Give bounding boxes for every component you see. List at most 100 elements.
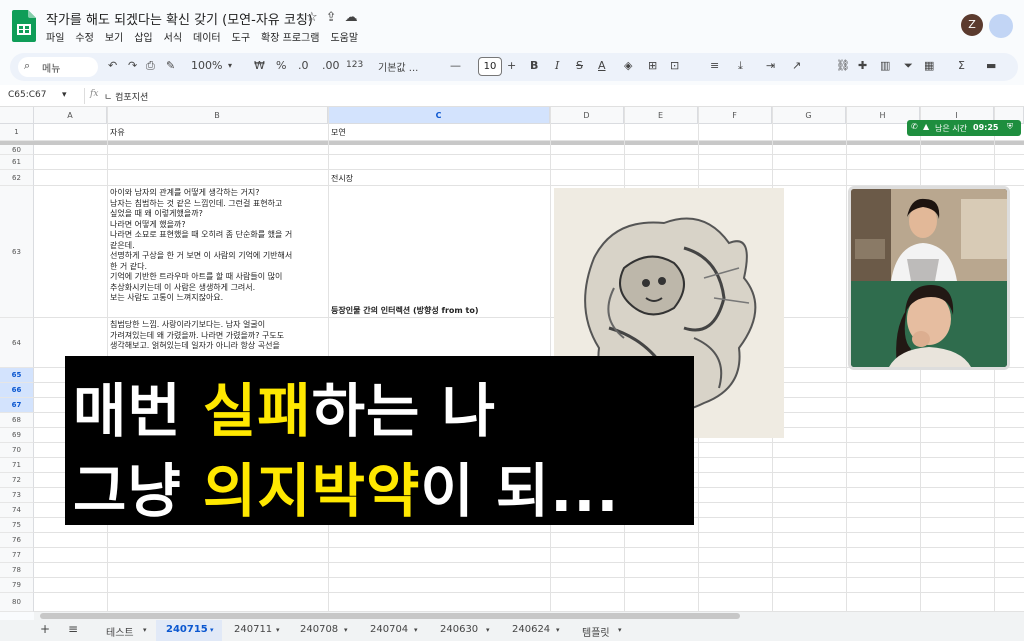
functions-icon[interactable]: Σ bbox=[958, 59, 965, 72]
row-header[interactable]: 70 bbox=[0, 443, 34, 458]
scrollbar-thumb[interactable] bbox=[40, 613, 740, 619]
input-tools-icon[interactable]: ▬ bbox=[986, 59, 996, 72]
chevron-down-icon[interactable]: ▾ bbox=[143, 626, 147, 634]
cell-c62[interactable]: 전시장 bbox=[331, 174, 353, 185]
chevron-down-icon[interactable]: ▾ bbox=[556, 626, 560, 634]
sheet-tab[interactable]: 240630 bbox=[440, 624, 478, 635]
row-header[interactable]: 80 bbox=[0, 593, 34, 612]
column-header-c[interactable]: C bbox=[328, 107, 550, 124]
row-header[interactable]: 75 bbox=[0, 518, 34, 533]
column-header-a[interactable]: A bbox=[34, 107, 107, 124]
fill-color-icon[interactable]: ◈ bbox=[624, 59, 632, 72]
chevron-down-icon[interactable]: ▾ bbox=[618, 626, 622, 634]
all-sheets-menu-icon[interactable]: ≡ bbox=[68, 622, 78, 636]
formula-input[interactable]: ㄴ 컴포지션 bbox=[104, 90, 148, 103]
row-header[interactable]: 62 bbox=[0, 170, 34, 186]
column-header-e[interactable]: E bbox=[624, 107, 698, 124]
menu-search-box[interactable]: ⌕ 메뉴 bbox=[18, 57, 98, 77]
sheet-tab-active[interactable]: 240715 bbox=[166, 624, 208, 635]
menu-extensions[interactable]: 확장 프로그램 bbox=[261, 29, 319, 44]
italic-button[interactable]: I bbox=[555, 59, 559, 72]
borders-icon[interactable]: ⊞ bbox=[648, 59, 657, 72]
menu-tools[interactable]: 도구 bbox=[232, 29, 250, 44]
row-header[interactable]: 79 bbox=[0, 578, 34, 593]
star-icon[interactable]: ☆ bbox=[306, 10, 318, 25]
select-all-corner[interactable] bbox=[0, 107, 34, 124]
undo-icon[interactable]: ↶ bbox=[108, 59, 117, 72]
insert-comment-icon[interactable]: ✚ bbox=[858, 59, 867, 72]
cloud-status-icon[interactable]: ☁ bbox=[345, 10, 358, 25]
menu-format[interactable]: 서식 bbox=[164, 29, 182, 44]
row-header[interactable]: 60 bbox=[0, 145, 34, 155]
row-header[interactable]: 78 bbox=[0, 563, 34, 578]
chevron-down-icon[interactable]: ▾ bbox=[210, 626, 214, 634]
filter-views-icon[interactable]: ▦ bbox=[924, 59, 934, 72]
sheet-tab[interactable]: 240708 bbox=[300, 624, 338, 635]
name-box[interactable]: C65:C67 bbox=[8, 90, 47, 100]
horizontal-scrollbar[interactable] bbox=[34, 612, 1024, 620]
chevron-down-icon[interactable]: ▾ bbox=[486, 626, 490, 634]
row-header[interactable]: 65 bbox=[0, 368, 34, 383]
column-header-b[interactable]: B bbox=[107, 107, 328, 124]
chevron-down-icon[interactable]: ▾ bbox=[344, 626, 348, 634]
text-rotation-icon[interactable]: ↗ bbox=[792, 59, 801, 72]
row-header[interactable]: 74 bbox=[0, 503, 34, 518]
cell-b1[interactable]: 자유 bbox=[110, 128, 125, 139]
text-wrap-icon[interactable]: ⇥ bbox=[766, 59, 775, 72]
sheet-tab[interactable]: 템플릿 bbox=[582, 624, 610, 639]
insert-chart-icon[interactable]: ▥ bbox=[880, 59, 890, 72]
chevron-down-icon[interactable]: ▾ bbox=[62, 90, 67, 100]
menu-data[interactable]: 데이터 bbox=[193, 29, 221, 44]
font-size-input[interactable]: 10 bbox=[478, 57, 502, 76]
row-header[interactable]: 64 bbox=[0, 318, 34, 368]
menu-insert[interactable]: 삽입 bbox=[134, 29, 152, 44]
percent-format-button[interactable]: % bbox=[276, 59, 286, 72]
menu-file[interactable]: 파일 bbox=[46, 29, 64, 44]
font-size-decrease-button[interactable]: — bbox=[450, 59, 461, 72]
print-icon[interactable]: ⎙ bbox=[146, 59, 155, 73]
cell-c1[interactable]: 모연 bbox=[331, 128, 346, 139]
chevron-down-icon[interactable]: ▾ bbox=[276, 626, 280, 634]
row-header[interactable]: 71 bbox=[0, 458, 34, 473]
merge-cells-icon[interactable]: ⊡ bbox=[670, 59, 679, 72]
sheet-tab[interactable]: 240624 bbox=[512, 624, 550, 635]
zoom-select[interactable]: 100% bbox=[191, 59, 222, 72]
filter-icon[interactable]: ⏷ bbox=[904, 59, 913, 73]
row-header[interactable]: 77 bbox=[0, 548, 34, 563]
add-sheet-icon[interactable]: + bbox=[40, 622, 50, 636]
paint-format-icon[interactable]: ✎ bbox=[166, 59, 175, 72]
cell-b64[interactable]: 침범당한 느낌. 사랑이라기보다는. 남자 얼굴이 가려져있는데 왜 가렸을까.… bbox=[110, 320, 325, 352]
menu-help[interactable]: 도움말 bbox=[330, 29, 358, 44]
share-button[interactable] bbox=[989, 14, 1013, 38]
column-header-f[interactable]: F bbox=[698, 107, 772, 124]
column-header-d[interactable]: D bbox=[550, 107, 624, 124]
move-icon[interactable]: ⇪ bbox=[326, 10, 337, 25]
row-header[interactable]: 1 bbox=[0, 124, 34, 141]
menu-edit[interactable]: 수정 bbox=[75, 29, 93, 44]
text-color-button[interactable]: A bbox=[598, 59, 606, 72]
font-select[interactable]: 기본값 ... bbox=[378, 59, 418, 74]
sheet-tab[interactable]: 240704 bbox=[370, 624, 408, 635]
chevron-down-icon[interactable]: ▾ bbox=[414, 626, 418, 634]
column-header-g[interactable]: G bbox=[772, 107, 846, 124]
bold-button[interactable]: B bbox=[530, 59, 538, 72]
call-timer-bar[interactable]: ✆ ▲ 남은 시간 09:25 ⛨ bbox=[907, 120, 1021, 136]
document-title[interactable]: 작가를 해도 되겠다는 확신 갖기 (모연-자유 코칭) bbox=[46, 9, 313, 28]
video-call-panel[interactable] bbox=[848, 186, 1010, 370]
avatar[interactable]: Z bbox=[961, 14, 983, 36]
cell-c63[interactable]: 등장인물 간의 인터렉션 (방향성 from to) bbox=[331, 306, 479, 317]
row-header[interactable]: 72 bbox=[0, 473, 34, 488]
cell-b63[interactable]: 아이와 남자의 관계를 어떻게 생각하는 거지? 남자는 침범하는 것 같은 느… bbox=[110, 188, 325, 304]
sheet-tab[interactable]: 240711 bbox=[234, 624, 272, 635]
horizontal-align-icon[interactable]: ≡ bbox=[710, 59, 719, 72]
row-header[interactable]: 66 bbox=[0, 383, 34, 398]
redo-icon[interactable]: ↷ bbox=[128, 59, 137, 72]
row-header[interactable]: 69 bbox=[0, 428, 34, 443]
row-header[interactable]: 67 bbox=[0, 398, 34, 413]
row-header[interactable]: 73 bbox=[0, 488, 34, 503]
sheets-logo-icon[interactable] bbox=[12, 10, 36, 42]
row-header[interactable]: 63 bbox=[0, 186, 34, 318]
row-header[interactable]: 61 bbox=[0, 155, 34, 170]
row-header[interactable]: 68 bbox=[0, 413, 34, 428]
number-format-button[interactable]: 123 bbox=[346, 60, 363, 70]
